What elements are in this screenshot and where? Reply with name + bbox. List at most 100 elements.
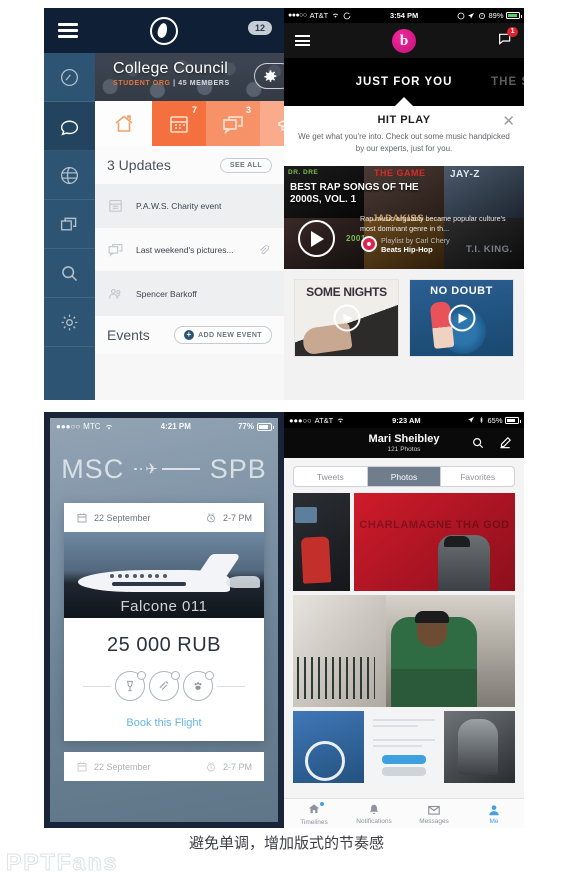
album-title: NO DOUBT [430, 285, 493, 298]
next-flight-date: 22 September [94, 761, 151, 772]
p2-segment-bar: JUST FOR YOU THE S [284, 58, 524, 106]
tab-timelines[interactable]: Timelines [284, 799, 344, 828]
photo-caption: CHARLAMAGNE THA GOD [359, 519, 510, 531]
carrier-label: MTC [83, 422, 101, 431]
calendar-icon [109, 199, 122, 212]
next-flight-card[interactable]: 22 September 2-7 PM [64, 752, 264, 781]
album-card[interactable]: NO DOUBT [409, 279, 514, 358]
tab-notifications[interactable]: Notifications [344, 799, 404, 828]
calendar-icon [170, 115, 188, 133]
list-item[interactable]: P.A.W.S. Charity event [95, 184, 284, 228]
status-right: 89% [457, 11, 522, 20]
hero-org: STUDENT ORG [113, 80, 171, 87]
tab-calendar[interactable]: 7 [152, 101, 206, 146]
flight-card[interactable]: 22 September 2-7 PM Falcone 011 25 000 R… [64, 503, 264, 741]
status-right: 65% [467, 416, 521, 425]
sidebar-item-windows[interactable] [44, 200, 95, 249]
carrier-label: AT&T [309, 11, 329, 20]
see-all-button[interactable]: SEE ALL [219, 157, 272, 173]
tab-the-sentence[interactable]: THE S [491, 76, 524, 88]
photo-grid: CHARLAMAGNE THA GOD [284, 493, 524, 783]
play-icon[interactable] [448, 304, 475, 332]
list-item[interactable] [293, 711, 365, 783]
profile-photo-count: 121 Photos [387, 446, 421, 453]
book-flight-button[interactable]: Book this Flight [64, 717, 264, 729]
hero-text: College Council STUDENT ORG | 45 MEMBERS [113, 60, 230, 87]
add-new-event-button[interactable]: + ADD NEW EVENT [174, 326, 272, 344]
featured-playlist-card[interactable]: DR. DRE THE GAME JAY-Z JADAKISS T.I. KIN… [284, 166, 524, 270]
notification-badge[interactable]: 12 [247, 21, 272, 35]
list-item[interactable] [293, 595, 515, 707]
tab-photos[interactable]: Photos [367, 467, 442, 486]
p1-topbar: 12 [44, 8, 284, 53]
location-arrow-icon [468, 417, 475, 423]
search-button[interactable] [471, 436, 485, 455]
wifi-icon [338, 418, 344, 423]
tab-announcements[interactable] [260, 101, 284, 146]
origin-code: MSC [61, 453, 125, 484]
sidebar-item-settings[interactable] [44, 298, 95, 347]
wifi-icon [333, 13, 339, 18]
home-icon [114, 114, 133, 132]
flight-datebar: 22 September 2-7 PM [64, 503, 264, 532]
list-item[interactable]: CHARLAMAGNE THA GOD [354, 493, 515, 591]
sidebar-item-search[interactable] [44, 249, 95, 298]
events-header: Events + ADD NEW EVENT [95, 316, 284, 354]
tab-just-for-you[interactable]: JUST FOR YOU [284, 76, 524, 88]
plane-windows [110, 574, 167, 578]
flight-date: 22 September [94, 512, 151, 523]
playlist-description: Rap music arguably became popular cultur… [360, 214, 506, 233]
sidebar-item-messages[interactable] [44, 102, 95, 151]
profile-title-block: Mari Sheibley 121 Photos [369, 433, 440, 453]
album-card[interactable]: SOME NIGHTS [294, 279, 399, 358]
list-item[interactable] [443, 711, 515, 783]
amenities-row [64, 671, 264, 701]
speech-bubbles-icon [108, 243, 123, 257]
hamburger-icon[interactable] [58, 20, 78, 42]
tab-messages-badge: 3 [245, 105, 251, 115]
list-item[interactable]: Last weekend's pictures... [95, 228, 284, 272]
message-badge: 1 [507, 27, 518, 37]
amenity-pets[interactable] [183, 671, 214, 701]
play-icon[interactable] [298, 220, 335, 258]
battery-icon [505, 416, 521, 424]
tab-me[interactable]: Me [464, 799, 524, 828]
sidebar-item-dashboard[interactable] [44, 53, 95, 102]
tab-label: Notifications [356, 817, 392, 825]
tab-messages[interactable]: Messages [404, 799, 464, 828]
megaphone-icon [278, 119, 284, 131]
list-item[interactable]: Spencer Barkoff [95, 272, 284, 316]
close-icon[interactable]: ✕ [502, 114, 515, 129]
p1-sidebar [44, 53, 95, 400]
tab-tweets[interactable]: Tweets [294, 467, 368, 486]
updates-title: 3 Updates [107, 157, 171, 173]
hamburger-icon[interactable] [295, 33, 310, 49]
compose-button[interactable] [498, 436, 512, 455]
tab-calendar-badge: 7 [191, 105, 197, 115]
settings-button[interactable] [254, 63, 284, 89]
tab-home[interactable] [95, 101, 152, 146]
tab-favorites[interactable]: Favorites [441, 467, 514, 486]
album-title: SOME NIGHTS [306, 285, 387, 300]
watermark: PPTFans [5, 849, 119, 876]
route-line: ✈ [134, 460, 200, 478]
calendar-icon [77, 762, 87, 771]
list-item[interactable] [368, 711, 440, 783]
tab-messages[interactable]: 3 [206, 101, 260, 146]
p4-tabbar: Timelines Notifications Messages Me [284, 798, 524, 828]
album-label: JAY-Z [450, 169, 480, 181]
amenity-drinks[interactable] [115, 671, 146, 701]
sidebar-item-globe[interactable] [44, 151, 95, 200]
amenity-wifi[interactable] [149, 671, 180, 701]
screenshot-collage: 12 College Council STUDENT ORG | 45 MEMB… [0, 0, 573, 884]
album-label: DR. DRE [288, 169, 319, 177]
events-title: Events [107, 327, 150, 343]
alarm-clock-icon [207, 512, 215, 522]
pet-paw-icon [194, 682, 202, 690]
status-right: 77% [238, 422, 274, 431]
person-icon [489, 804, 499, 815]
list-item[interactable] [293, 493, 350, 591]
hero-subtitle: STUDENT ORG | 45 MEMBERS [113, 80, 230, 87]
app-logo-icon [150, 16, 178, 45]
play-icon[interactable] [333, 304, 360, 332]
